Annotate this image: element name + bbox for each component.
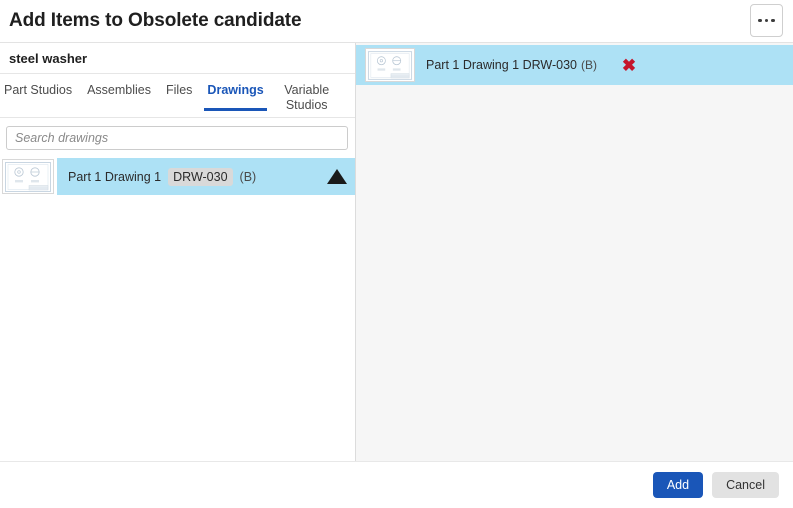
tab-assemblies-label: Assemblies [87,83,152,97]
result-row-name: Part 1 Drawing 1 [68,169,162,184]
document-name-row: steel washer [0,43,355,74]
tab-files-label: Files [166,83,193,97]
selected-item-revision: (B) [581,58,597,72]
ellipsis-horizontal-icon [758,18,762,23]
cancel-button[interactable]: Cancel [712,472,779,498]
selected-item-row[interactable]: Part 1 Drawing 1 DRW-030 (B) ✖ [356,45,793,85]
tab-bar: Part Studios Assemblies Files Drawings V… [0,74,355,118]
result-row-content: Part 1 Drawing 1 DRW-030 (B) [57,158,355,195]
result-row-revision: (B) [239,169,257,184]
result-row-part-number: DRW-030 [168,167,233,186]
selected-items-panel: Part 1 Drawing 1 DRW-030 (B) ✖ [356,43,793,461]
dialog-body: steel washer Part Studios Assemblies Fil… [0,43,793,462]
tab-part-studios-label: Part Studios [4,83,73,97]
result-row[interactable]: Part 1 Drawing 1 DRW-030 (B) [0,158,355,195]
tab-drawings-label: Drawings [207,83,264,97]
ellipsis-dot-3 [771,18,775,23]
dialog-header: Add Items to Obsolete candidate [0,0,793,43]
close-x-icon[interactable]: ✖ [619,55,639,75]
ellipsis-dot-2 [764,18,769,23]
dialog-footer: Add Cancel [0,462,793,508]
browse-panel: steel washer Part Studios Assemblies Fil… [0,43,356,461]
selected-item-label: Part 1 Drawing 1 DRW-030 [426,58,577,72]
search-input[interactable] [6,126,348,150]
drawing-thumbnail-icon [2,159,54,194]
tab-drawings[interactable]: Drawings [204,74,267,111]
dialog-title: Add Items to Obsolete candidate [9,10,302,31]
tab-files[interactable]: Files [166,74,192,98]
add-button[interactable]: Add [652,472,704,498]
search-results-list: Part 1 Drawing 1 DRW-030 (B) [0,158,355,461]
overflow-menu-button[interactable] [750,4,783,37]
triangle-up-icon[interactable] [327,169,347,184]
tab-variable-studios-label: Variable Studios [284,83,330,112]
tab-part-studios[interactable]: Part Studios [4,74,72,98]
search-container [0,118,355,158]
drawing-thumbnail-icon [365,48,415,82]
document-name: steel washer [9,50,88,66]
tab-assemblies[interactable]: Assemblies [87,74,151,98]
tab-variable-studios[interactable]: Variable Studios [279,74,335,113]
add-items-dialog: Add Items to Obsolete candidate steel wa… [0,0,793,508]
